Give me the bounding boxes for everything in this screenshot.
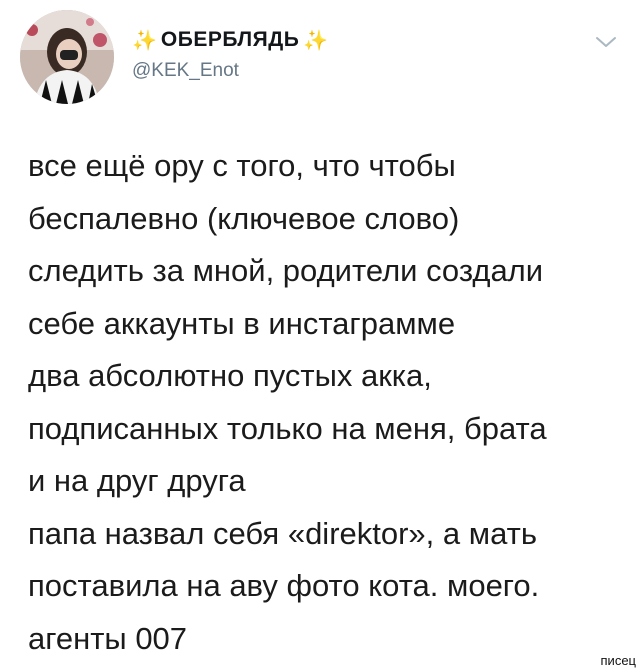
tweet-line: папа назвал себя «direktor», а мать: [28, 515, 537, 551]
tweet-line: все ещё ору с того, что чтобы: [28, 148, 456, 183]
sparkle-icon: ✨: [132, 28, 157, 52]
avatar-photo: [20, 10, 114, 104]
tweet-text: все ещё ору с того, что чтобы беспалевно…: [28, 140, 628, 665]
display-name[interactable]: ОБЕРБЛЯДЬ: [161, 28, 299, 52]
watermark: писец: [600, 653, 636, 668]
tweet-line: подписанных только на меня, брата: [28, 410, 547, 446]
tweet-line: поставила на аву фото кота. моего.: [28, 568, 540, 603]
avatar[interactable]: [20, 10, 114, 104]
tweet-card: ✨ ОБЕРБЛЯДЬ ✨ @KEK_Enot все ещё ору с то…: [0, 0, 640, 670]
tweet-line: беспалевно (ключевое слово): [28, 200, 460, 236]
display-name-row[interactable]: ✨ ОБЕРБЛЯДЬ ✨: [132, 26, 328, 54]
tweet-line: следить за мной, родители создали: [28, 253, 544, 288]
tweet-line: два абсолютно пустых акка,: [28, 358, 432, 393]
user-handle[interactable]: @KEK_Enot: [132, 60, 328, 82]
tweet-line: и на друг друга: [28, 463, 246, 498]
chevron-down-icon[interactable]: [595, 34, 617, 50]
tweet-line: себе аккаунты в инстаграмме: [28, 305, 456, 341]
tweet-line: агенты 007: [28, 620, 188, 656]
tweet-author: ✨ ОБЕРБЛЯДЬ ✨ @KEK_Enot: [132, 26, 328, 82]
sparkle-icon: ✨: [303, 28, 329, 52]
